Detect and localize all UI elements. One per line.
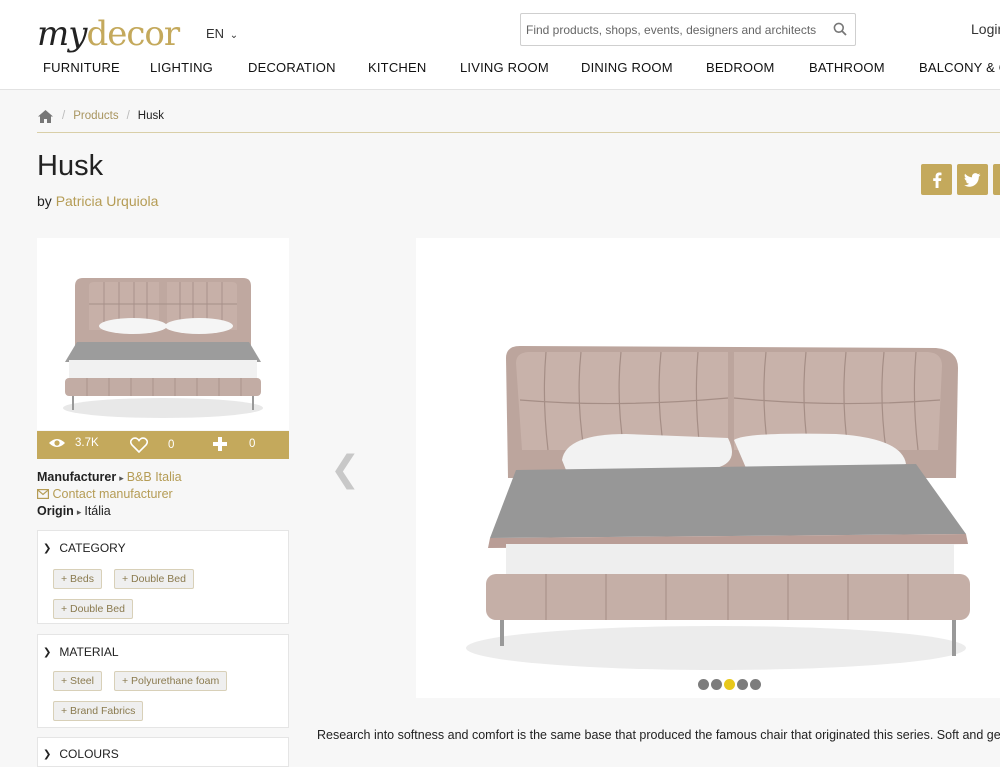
designer-link[interactable]: Patricia Urquiola xyxy=(56,193,159,209)
site-logo[interactable]: mydecor xyxy=(37,14,180,54)
category-title: CATEGORY xyxy=(59,541,126,555)
search-icon[interactable] xyxy=(833,22,847,36)
tag-double-bed[interactable]: + Double Bed xyxy=(114,569,194,589)
twitter-icon xyxy=(964,172,981,187)
login-link[interactable]: Login xyxy=(971,21,1000,37)
origin-label: Origin xyxy=(37,504,74,518)
likes-stat[interactable]: 0 xyxy=(130,437,174,453)
product-description: Research into softness and comfort is th… xyxy=(317,728,1000,742)
twitter-share-button[interactable] xyxy=(957,164,988,195)
nav-furniture[interactable]: FURNITURE xyxy=(43,60,120,75)
likes-count: 0 xyxy=(168,439,175,451)
tag-steel[interactable]: + Steel xyxy=(53,671,102,691)
contact-manufacturer-link[interactable]: Contact manufacturer xyxy=(52,487,172,501)
more-share-button[interactable] xyxy=(993,164,1000,195)
gallery-dot[interactable] xyxy=(750,679,761,690)
gallery-dot-active[interactable] xyxy=(724,679,735,690)
bed-main-image xyxy=(416,238,1000,698)
search-input[interactable] xyxy=(521,14,821,45)
tag-polyurethane-foam[interactable]: + Polyurethane foam xyxy=(114,671,228,691)
main-nav: FURNITURE LIGHTING DECORATION KITCHEN LI… xyxy=(0,60,1000,80)
add-stat[interactable]: 0 xyxy=(213,437,255,451)
colours-header[interactable]: ❯ COLOURS xyxy=(43,747,119,761)
bed-thumbnail-image xyxy=(37,238,289,430)
colours-title: COLOURS xyxy=(59,747,119,761)
breadcrumb: / Products / Husk xyxy=(37,104,164,128)
colours-panel: ❯ COLOURS xyxy=(37,737,289,767)
category-header[interactable]: ❯ CATEGORY xyxy=(43,541,126,555)
nav-decoration[interactable]: DECORATION xyxy=(248,60,336,75)
breadcrumb-separator: / xyxy=(62,110,66,122)
caret-right-icon: ▸ xyxy=(76,507,82,517)
origin-row: Origin ▸ Itália xyxy=(37,504,111,518)
nav-bedroom[interactable]: BEDROOM xyxy=(706,60,775,75)
breadcrumb-separator: / xyxy=(126,110,130,122)
nav-lighting[interactable]: LIGHTING xyxy=(150,60,213,75)
category-panel: ❯ CATEGORY + Beds + Double Bed + Double B… xyxy=(37,530,289,624)
heart-icon xyxy=(130,437,148,453)
product-main-image[interactable] xyxy=(416,238,1000,698)
nav-living-room[interactable]: LIVING ROOM xyxy=(460,60,549,75)
nav-bathroom[interactable]: BATHROOM xyxy=(809,60,885,75)
language-selector[interactable]: EN ⌄ xyxy=(206,26,238,41)
caret-right-icon: ▸ xyxy=(119,473,124,483)
breadcrumb-current: Husk xyxy=(137,110,164,122)
page-title: Husk xyxy=(37,150,104,182)
breadcrumb-products[interactable]: Products xyxy=(73,110,118,122)
tag-beds[interactable]: + Beds xyxy=(53,569,102,589)
site-header: mydecor EN ⌄ Login FURNITURE LIGHTING DE… xyxy=(0,0,1000,90)
chevron-down-icon: ⌄ xyxy=(229,30,239,41)
chevron-right-icon: ❯ xyxy=(43,542,52,554)
nav-balcony-garden[interactable]: BALCONY & GA xyxy=(919,60,1000,75)
add-count: 0 xyxy=(249,438,256,450)
chevron-right-icon: ❯ xyxy=(43,646,52,658)
logo-my: my xyxy=(37,14,87,54)
material-panel: ❯ MATERIAL + Steel + Polyurethane foam + … xyxy=(37,634,289,728)
chevron-right-icon: ❯ xyxy=(43,748,52,760)
material-header[interactable]: ❯ MATERIAL xyxy=(43,645,119,659)
views-count: 3.7K xyxy=(75,437,99,449)
language-label: EN xyxy=(206,26,225,41)
tag-double-bed[interactable]: + Double Bed xyxy=(53,599,133,619)
gallery-prev-arrow[interactable]: ❮ xyxy=(330,448,360,490)
contact-row[interactable]: Contact manufacturer xyxy=(37,487,173,501)
gallery-dot[interactable] xyxy=(698,679,709,690)
origin-value: Itália xyxy=(84,504,111,518)
envelope-icon xyxy=(37,489,50,500)
nav-dining-room[interactable]: DINING ROOM xyxy=(581,60,673,75)
home-icon[interactable] xyxy=(37,109,54,124)
manufacturer-row: Manufacturer ▸ B&B Italia xyxy=(37,470,182,484)
gallery-pagination xyxy=(698,679,763,690)
product-stats-bar: 3.7K 0 0 xyxy=(37,431,289,459)
divider xyxy=(37,132,1000,133)
views-stat: 3.7K xyxy=(48,437,99,449)
designer-byline: by Patricia Urquiola xyxy=(37,193,158,209)
logo-decor: decor xyxy=(86,14,180,54)
plus-icon xyxy=(213,437,227,451)
material-title: MATERIAL xyxy=(59,645,119,659)
manufacturer-link[interactable]: B&B Italia xyxy=(127,470,182,484)
gallery-dot[interactable] xyxy=(711,679,722,690)
tag-brand-fabrics[interactable]: + Brand Fabrics xyxy=(53,701,144,721)
gallery-dot[interactable] xyxy=(737,679,748,690)
facebook-icon xyxy=(932,172,941,188)
facebook-share-button[interactable] xyxy=(921,164,952,195)
nav-kitchen[interactable]: KITCHEN xyxy=(368,60,426,75)
manufacturer-label: Manufacturer xyxy=(37,470,117,484)
product-thumbnail[interactable] xyxy=(37,238,289,430)
search-box xyxy=(520,13,856,46)
by-label: by xyxy=(37,193,52,209)
eye-icon xyxy=(49,439,65,447)
